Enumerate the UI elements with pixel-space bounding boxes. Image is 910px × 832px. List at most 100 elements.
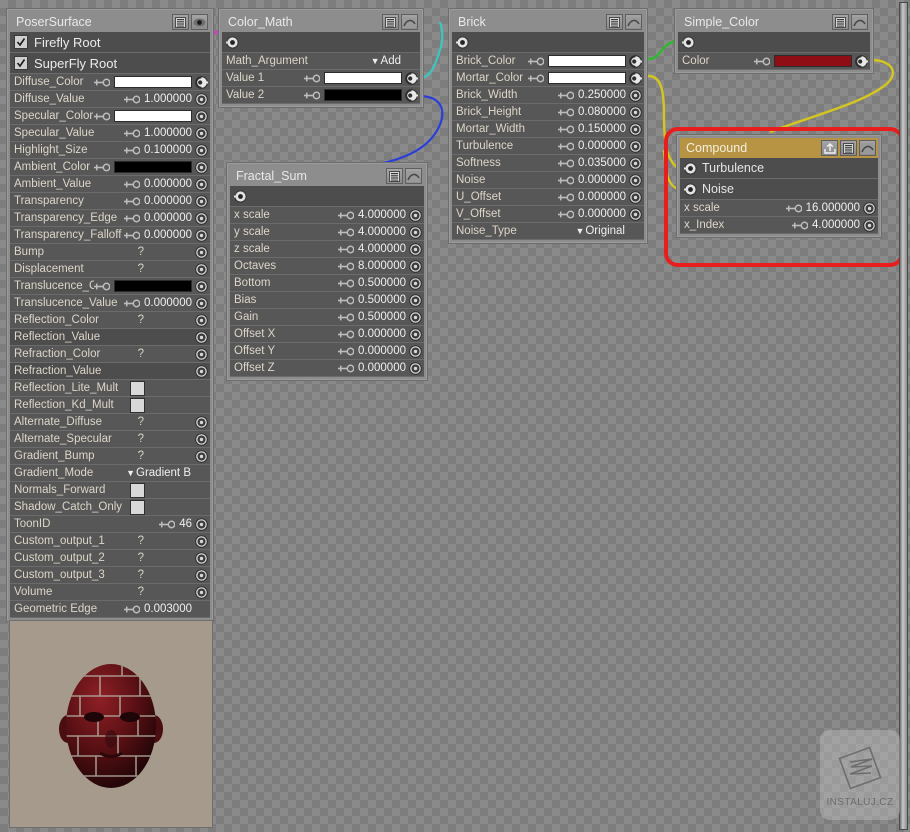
parameter-row-u-offset[interactable]: U_Offset 0.000000	[452, 189, 644, 206]
keyframe-icon[interactable]	[304, 74, 321, 83]
keyframe-icon[interactable]	[558, 193, 575, 202]
parameter-unset-marker[interactable]: ?	[138, 314, 147, 326]
color-swatch[interactable]	[114, 110, 192, 122]
socket-plug-icon[interactable]	[195, 245, 208, 259]
parameter-value[interactable]: 0.035000	[578, 157, 629, 169]
keyframe-icon[interactable]	[785, 204, 803, 213]
output-socket-icon[interactable]	[682, 35, 695, 49]
parameter-unset-marker[interactable]: ?	[138, 416, 147, 428]
keyframe-icon[interactable]	[338, 245, 355, 254]
keyframe-icon[interactable]	[558, 108, 575, 117]
dropdown-select[interactable]: ▼ Gradient B	[126, 467, 195, 479]
parameter-row-z-scale[interactable]: z scale 4.000000	[230, 241, 424, 258]
parameter-row-custom-output-1[interactable]: Custom_output_1?	[10, 533, 210, 550]
color-swatch[interactable]	[114, 161, 192, 173]
socket-plug-icon[interactable]	[629, 139, 642, 153]
socket-plug-icon[interactable]	[195, 517, 208, 531]
keyframe-icon[interactable]	[338, 296, 355, 305]
socket-plug-icon[interactable]	[409, 225, 422, 239]
keyframe-icon[interactable]	[124, 129, 141, 138]
node-title-bar[interactable]: Color_Math	[222, 12, 420, 32]
node-simple-color[interactable]: Simple_Color Color	[674, 8, 874, 74]
checkbox-row-firefly-root[interactable]: Firefly Root	[10, 32, 210, 53]
node-poser-surface[interactable]: PoserSurface Firefly Root SuperFly Root …	[6, 8, 214, 622]
connected-plug-icon[interactable]	[195, 75, 208, 89]
parameter-row-reflection-lite-mult[interactable]: Reflection_Lite_Mult	[10, 380, 210, 397]
socket-plug-icon[interactable]	[629, 207, 642, 221]
keyframe-icon[interactable]	[124, 197, 141, 206]
parameter-row-bump[interactable]: Bump?	[10, 244, 210, 261]
socket-plug-icon[interactable]	[195, 415, 208, 429]
socket-plug-icon[interactable]	[195, 585, 208, 599]
socket-plug-icon[interactable]	[409, 259, 422, 273]
dropdown-select[interactable]: ▼ Original	[575, 225, 629, 237]
node-output-row[interactable]	[678, 32, 870, 53]
parameter-row-alternate-diffuse[interactable]: Alternate_Diffuse?	[10, 414, 210, 431]
node-title-bar[interactable]: Brick	[452, 12, 644, 32]
parameter-row-value-1[interactable]: Value 1	[222, 70, 420, 87]
parameter-row-octaves[interactable]: Octaves 8.000000	[230, 258, 424, 275]
socket-plug-icon[interactable]	[195, 109, 208, 123]
list-icon[interactable]	[832, 14, 849, 30]
socket-plug-icon[interactable]	[195, 551, 208, 565]
parameter-value[interactable]: 4.000000	[358, 243, 409, 255]
parameter-row-ambient-value[interactable]: Ambient_Value 0.000000	[10, 176, 210, 193]
parameter-row-gain[interactable]: Gain 0.500000	[230, 309, 424, 326]
parameter-row-volume[interactable]: Volume?	[10, 584, 210, 601]
parameter-value[interactable]: 0.500000	[358, 294, 409, 306]
parameter-row-math-argument[interactable]: Math_Argument ▼ Add	[222, 53, 420, 70]
parameter-row-noise[interactable]: Noise 0.000000	[452, 172, 644, 189]
keyframe-icon[interactable]	[124, 180, 141, 189]
keyframe-icon[interactable]	[159, 520, 176, 529]
socket-plug-icon[interactable]	[409, 276, 422, 290]
parameter-unset-marker[interactable]: ?	[138, 246, 147, 258]
parameter-value[interactable]: 0.080000	[578, 106, 629, 118]
connected-plug-icon[interactable]	[405, 71, 418, 85]
node-title-bar[interactable]: Compound	[680, 138, 878, 158]
dropdown-select[interactable]: ▼ Add	[371, 55, 405, 67]
connected-plug-icon[interactable]	[855, 54, 868, 68]
keyframe-icon[interactable]	[558, 210, 575, 219]
eye-icon[interactable]	[191, 14, 208, 30]
parameter-unset-marker[interactable]: ?	[138, 348, 147, 360]
socket-plug-icon[interactable]	[409, 361, 422, 375]
parameter-row-refraction-value[interactable]: Refraction_Value	[10, 363, 210, 380]
keyframe-icon[interactable]	[338, 228, 355, 237]
socket-plug-icon[interactable]	[195, 262, 208, 276]
parameter-value[interactable]: 0.000000	[578, 208, 629, 220]
parameter-value[interactable]: 8.000000	[358, 260, 409, 272]
parameter-checkbox[interactable]	[130, 482, 145, 498]
parameter-value[interactable]: 0.000000	[144, 212, 195, 224]
node-brick[interactable]: Brick Brick_Color Mortar_Color Brick_Width…	[448, 8, 648, 244]
socket-plug-icon[interactable]	[629, 173, 642, 187]
list-icon[interactable]	[606, 14, 623, 30]
socket-plug-icon[interactable]	[195, 330, 208, 344]
keyframe-icon[interactable]	[528, 74, 545, 83]
parameter-row-transparency[interactable]: Transparency 0.000000	[10, 193, 210, 210]
keyframe-icon[interactable]	[338, 279, 355, 288]
parameter-unset-marker[interactable]: ?	[138, 433, 147, 445]
input-socket-icon[interactable]	[684, 161, 697, 175]
parameter-row-toonid[interactable]: ToonID 46	[10, 516, 210, 533]
socket-plug-icon[interactable]	[863, 201, 876, 215]
parameter-value[interactable]: 0.150000	[578, 123, 629, 135]
node-fractal-sum[interactable]: Fractal_Sum x scale 4.000000 y scale 4.0000…	[226, 162, 428, 381]
node-title-bar[interactable]: PoserSurface	[10, 12, 210, 32]
node-output-row[interactable]	[222, 32, 420, 53]
parameter-row-x-scale[interactable]: x scale 4.000000	[230, 207, 424, 224]
parameter-value[interactable]: 0.250000	[578, 89, 629, 101]
socket-plug-icon[interactable]	[195, 296, 208, 310]
keyframe-icon[interactable]	[94, 112, 111, 121]
parameter-row-highlight-size[interactable]: Highlight_Size 0.100000	[10, 142, 210, 159]
parameter-value[interactable]: 0.000000	[358, 345, 409, 357]
parameter-row-transparency-edge[interactable]: Transparency_Edge 0.000000	[10, 210, 210, 227]
parameter-row-value-2[interactable]: Value 2	[222, 87, 420, 104]
parameter-row-ambient-color[interactable]: Ambient_Color	[10, 159, 210, 176]
parameter-value[interactable]: 0.000000	[144, 229, 195, 241]
keyframe-icon[interactable]	[558, 125, 575, 134]
parameter-value[interactable]: 0.000000	[144, 178, 195, 190]
parameter-unset-marker[interactable]: ?	[138, 552, 147, 564]
socket-plug-icon[interactable]	[409, 327, 422, 341]
color-swatch[interactable]	[548, 55, 626, 67]
connected-plug-icon[interactable]	[629, 71, 642, 85]
